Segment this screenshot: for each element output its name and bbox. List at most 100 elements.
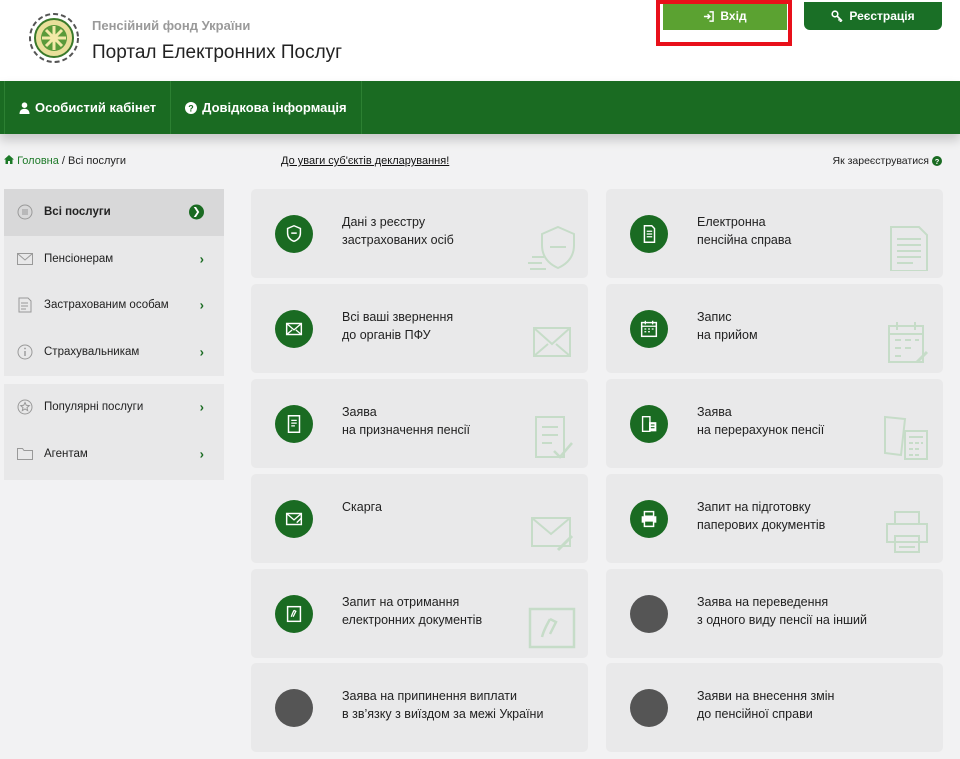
service-card[interactable]: Скарга: [251, 474, 588, 563]
complaint-envelope-icon: [275, 500, 313, 538]
service-card-title: Запит на отримання електронних документів: [342, 593, 482, 629]
list-icon: [16, 203, 34, 221]
complaint-envelope-watermark-icon: [531, 517, 574, 552]
sidebar-item-popular-services[interactable]: Популярні послуги ›: [4, 384, 224, 431]
service-card-title: Заяви на внесення змін до пенсійної справ…: [697, 687, 834, 723]
breadcrumb-separator: /: [61, 155, 65, 167]
service-card[interactable]: Заява на призначення пенсії: [251, 379, 588, 468]
service-card-line1: Всі ваші звернення: [342, 310, 454, 324]
form-watermark-icon: [535, 416, 573, 459]
service-card-line2: до пенсійної справи: [697, 707, 813, 721]
service-card-title: Заява на припинення виплати в зв’язку з в…: [342, 687, 543, 723]
folder-icon: [16, 445, 34, 463]
sidebar-item-pensioners[interactable]: Пенсіонерам ›: [4, 236, 224, 283]
service-card-title: Дані з реєстру застрахованих осіб: [342, 213, 454, 249]
nav-personal-cabinet[interactable]: Особистий кабінет: [4, 81, 172, 134]
shield-icon: [275, 215, 313, 253]
service-card-line2: в зв’язку з виїздом за межі України: [342, 707, 544, 721]
service-card[interactable]: Заява на перерахунок пенсії: [606, 379, 943, 468]
service-card-title: Заява на переведення з одного виду пенсії…: [697, 593, 867, 629]
svg-text:?: ?: [935, 157, 940, 166]
login-label: Вхід: [720, 9, 747, 23]
printer-watermark-icon: [886, 511, 928, 553]
service-card[interactable]: Електронна пенсійна справа: [606, 189, 943, 278]
service-card[interactable]: Запит на підготовку паперових документів: [606, 474, 943, 563]
service-card[interactable]: Заяви на внесення змін до пенсійної справ…: [606, 663, 943, 752]
document-watermark-icon: [890, 226, 928, 271]
login-button[interactable]: Вхід: [663, 2, 787, 30]
service-card-title: Всі ваші звернення до органів ПФУ: [342, 308, 453, 344]
sidebar-item-insurers[interactable]: Страхувальникам ›: [4, 329, 224, 376]
service-card-title: Запис на прийом: [697, 308, 758, 344]
service-card-line1: Заява: [697, 405, 732, 419]
service-card-line1: Заява: [342, 405, 377, 419]
header: Пенсійний фонд України Портал Електронни…: [0, 0, 960, 81]
e-document-icon: [275, 595, 313, 633]
main-nav: Особистий кабінет ? Довідкова інформація: [0, 81, 960, 134]
calculator-watermark-icon: [884, 415, 928, 460]
home-icon: [4, 155, 14, 164]
document-icon: [630, 215, 668, 253]
shield-watermark-icon: [528, 225, 575, 270]
service-card-line1: Запис: [697, 310, 732, 324]
portal-title: Портал Електронних Послуг: [92, 42, 343, 63]
register-label: Реєстрація: [849, 9, 915, 23]
service-card[interactable]: Всі ваші звернення до органів ПФУ: [251, 284, 588, 373]
sidebar-item-all-services[interactable]: Всі послуги ❯: [4, 189, 224, 236]
how-to-register-label: Як зареєструватися: [832, 155, 930, 167]
chevron-right-icon: ›: [199, 251, 204, 267]
form-icon: [275, 405, 313, 443]
envelope-icon: [16, 250, 34, 268]
service-card-line2: паперових документів: [697, 518, 826, 532]
document-icon: [16, 296, 34, 314]
service-card[interactable]: Запит на отримання електронних документів: [251, 569, 588, 658]
calculator-icon: [630, 405, 668, 443]
breadcrumb-home[interactable]: Головна: [4, 155, 59, 167]
service-card-line1: Запит на підготовку: [697, 500, 811, 514]
calendar-icon: [630, 310, 668, 348]
svg-text:?: ?: [188, 103, 194, 113]
envelope-icon: [275, 310, 313, 348]
service-card-title: Запит на підготовку паперових документів: [697, 498, 825, 534]
sidebar-item-insured-persons[interactable]: Застрахованим особам ›: [4, 282, 224, 329]
calendar-watermark-icon: [888, 322, 929, 364]
placeholder-icon: [630, 689, 668, 727]
placeholder-icon: [275, 689, 313, 727]
sidebar-item-label: Агентам: [44, 447, 88, 460]
chevron-right-icon: ❯: [189, 204, 204, 220]
service-card-line2: електронних документів: [342, 613, 483, 627]
e-document-watermark-icon: [528, 607, 576, 649]
service-card-title: Електронна пенсійна справа: [697, 213, 791, 249]
org-name: Пенсійний фонд України: [92, 18, 251, 33]
how-to-register-link[interactable]: Як зареєструватися ?: [832, 155, 942, 167]
service-card[interactable]: Заява на переведення з одного виду пенсії…: [606, 569, 943, 658]
sidebar-item-label: Популярні послуги: [44, 401, 144, 414]
nav-help-info[interactable]: ? Довідкова інформація: [171, 81, 362, 134]
service-card[interactable]: Дані з реєстру застрахованих осіб: [251, 189, 588, 278]
breadcrumb-current: Всі послуги: [68, 155, 127, 167]
sidebar-item-label: Застрахованим особам: [44, 299, 169, 312]
service-card-line1: Заява на припинення виплати: [342, 689, 517, 703]
service-card[interactable]: Заява на припинення виплати в зв’язку з в…: [251, 663, 588, 752]
service-card[interactable]: Запис на прийом: [606, 284, 943, 373]
sidebar-services-group: Всі послуги ❯ Пенсіонерам › Застраховани…: [4, 189, 224, 376]
sidebar-extra-group: Популярні послуги › Агентам ›: [4, 384, 224, 480]
sidebar-item-label: Пенсіонерам: [44, 252, 114, 265]
service-card-line2: застрахованих осіб: [342, 233, 454, 247]
nav-help-info-label: Довідкова інформація: [202, 100, 347, 115]
service-card-line2: до органів ПФУ: [342, 328, 431, 342]
chevron-right-icon: ›: [199, 446, 204, 462]
star-icon: [16, 398, 34, 416]
key-icon: [831, 10, 843, 22]
pfu-logo-icon[interactable]: [28, 12, 80, 64]
chevron-right-icon: ›: [199, 344, 204, 360]
service-card-line1: Запит на отримання: [342, 595, 460, 609]
service-card-title: Заява на перерахунок пенсії: [697, 403, 824, 439]
user-icon: [19, 101, 30, 114]
service-card-line2: на прийом: [697, 328, 758, 342]
service-card-title: Скарга: [342, 498, 382, 516]
service-card-line1: Дані з реєстру: [342, 215, 426, 229]
sidebar-item-agents[interactable]: Агентам ›: [4, 431, 224, 478]
register-button[interactable]: Реєстрація: [804, 2, 942, 30]
declaration-notice-link[interactable]: До уваги суб'єктів декларування!: [281, 155, 449, 167]
